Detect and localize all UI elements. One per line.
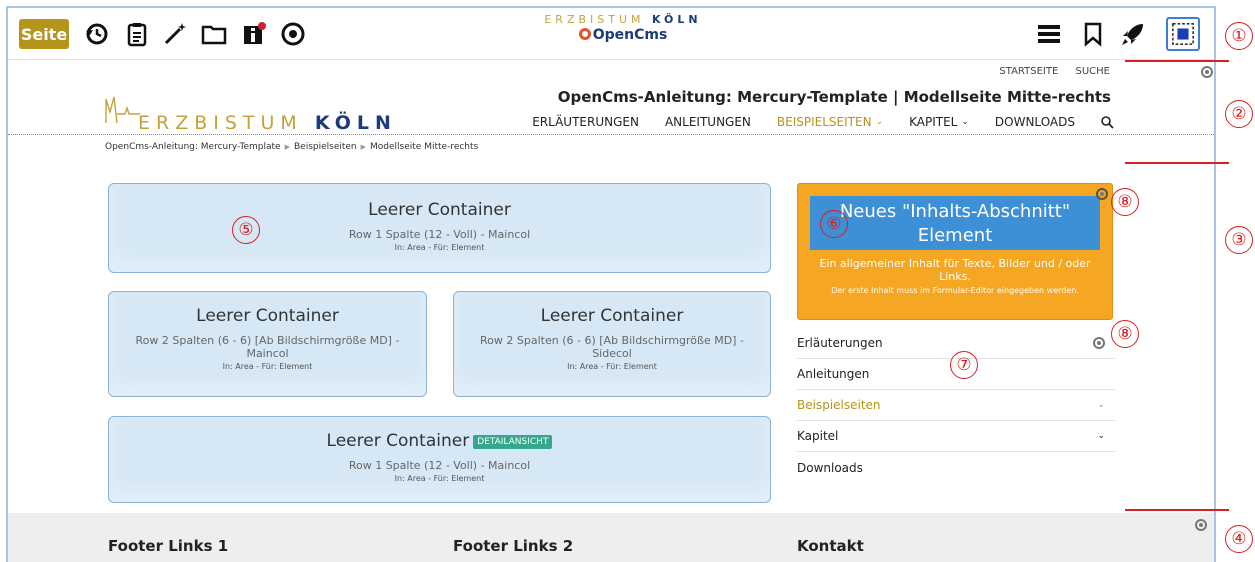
editor-toolbar: Seite ERZBISTUM KÖLN OpenCms — [8, 8, 1214, 60]
header-separator — [8, 134, 1214, 135]
nav-item-anleitungen[interactable]: ANLEITUNGEN — [665, 115, 751, 129]
clipboard-icon[interactable] — [122, 18, 152, 50]
empty-container-row2-sidecol[interactable]: Leerer Container Row 2 Spalten (6 - 6) [… — [453, 291, 771, 397]
callout-4: ④ — [1225, 525, 1253, 553]
nav-item-downloads[interactable]: DOWNLOADS — [995, 115, 1075, 129]
footer: Footer Links 1 Footer Links 2 Kontakt — [8, 513, 1214, 562]
folder-icon[interactable] — [198, 18, 230, 50]
container-subtitle: Row 2 Spalten (6 - 6) [Ab Bildschirmgröß… — [135, 334, 400, 360]
empty-container-detail[interactable]: Leerer Container DETAILANSICHT Row 1 Spal… — [108, 416, 771, 503]
link-suche[interactable]: SUCHE — [1076, 66, 1111, 77]
bookmark-icon[interactable] — [1080, 18, 1106, 50]
breadcrumb-arrow-icon: ▶ — [284, 143, 290, 151]
chevron-down-icon: ⌄ — [1097, 400, 1105, 410]
breadcrumb-item[interactable]: Modellseite Mitte-rechts — [370, 142, 478, 152]
chevron-down-icon: ⌄ — [961, 117, 969, 127]
callout-6: ⑥ — [820, 210, 848, 238]
container-subtitle: Row 1 Spalte (12 - Voll) - Maincol — [348, 459, 531, 472]
detail-badge: DETAILANSICHT — [473, 435, 553, 449]
callout-7: ⑦ — [950, 351, 978, 379]
menu-icon[interactable] — [1034, 18, 1064, 50]
edit-point-icon[interactable] — [1195, 519, 1207, 531]
container-title: Leerer Container — [196, 306, 339, 326]
callout-5: ⑤ — [232, 216, 260, 244]
footer-heading-links2: Footer Links 2 — [453, 537, 574, 555]
breadcrumb-arrow-icon: ▶ — [360, 143, 367, 151]
side-navigation: Erläuterungen Anleitungen Beispielseiten… — [797, 328, 1115, 483]
sidenav-item-beispielseiten[interactable]: Beispielseiten ⌄ — [797, 390, 1115, 421]
callout-2: ② — [1225, 100, 1253, 128]
container-title: Leerer Container DETAILANSICHT — [109, 431, 770, 451]
container-subtitle: Row 2 Spalten (6 - 6) [Ab Bildschirmgröß… — [480, 334, 744, 360]
site-title: OpenCms-Anleitung: Mercury-Template | Mo… — [557, 88, 1111, 106]
select-area-icon[interactable] — [1166, 17, 1200, 51]
new-element-box[interactable]: Neues "Inhalts-Abschnitt" Element Ein al… — [797, 183, 1113, 320]
callout-8: ⑧ — [1111, 188, 1139, 216]
callout-3: ③ — [1225, 226, 1253, 254]
empty-container-row2-maincol[interactable]: Leerer Container Row 2 Spalten (6 - 6) [… — [108, 291, 427, 397]
area-divider-line — [1125, 509, 1229, 511]
container-meta: In: Area - Für: Element — [394, 243, 485, 252]
search-icon[interactable] — [1101, 115, 1114, 129]
main-navigation: ERLÄUTERUNGEN ANLEITUNGEN BEISPIELSEITEN… — [506, 115, 1114, 129]
history-icon[interactable] — [82, 18, 112, 50]
utility-nav: STARTSEITE SUCHE — [985, 66, 1110, 77]
container-title: Leerer Container — [540, 306, 684, 326]
site-logo-text[interactable]: ERZBISTUM KÖLN — [138, 112, 397, 134]
page-button[interactable]: Seite — [19, 19, 69, 49]
chevron-down-icon: ⌄ — [875, 117, 884, 127]
target-icon[interactable] — [278, 18, 308, 50]
new-element-button[interactable]: Neues "Inhalts-Abschnitt" Element — [810, 196, 1100, 250]
callout-1: ① — [1225, 22, 1253, 50]
callout-8b: ⑧ — [1111, 320, 1139, 348]
link-startseite[interactable]: STARTSEITE — [999, 66, 1058, 77]
edit-point-icon[interactable] — [1201, 66, 1213, 78]
breadcrumb: OpenCms-Anleitung: Mercury-Template ▶ Beis… — [105, 142, 478, 152]
breadcrumb-item[interactable]: Beispielseiten — [294, 142, 357, 152]
sidenav-item-downloads[interactable]: Downloads — [797, 452, 1115, 483]
magic-wand-icon[interactable] — [160, 18, 190, 50]
nav-item-kapitel[interactable]: KAPITEL ⌄ — [909, 115, 969, 129]
empty-container-row1[interactable]: Leerer Container Row 1 Spalte (12 - Voll… — [108, 183, 771, 273]
nav-item-erlaeuterungen[interactable]: ERLÄUTERUNGEN — [532, 115, 639, 129]
container-meta: In: Area - Für: Element — [394, 474, 485, 483]
footer-heading-links1: Footer Links 1 — [108, 537, 229, 555]
info-icon[interactable] — [238, 18, 270, 50]
sidenav-item-kapitel[interactable]: Kapitel ⌄ — [797, 421, 1115, 452]
container-subtitle: Row 1 Spalte (12 - Voll) - Maincol — [348, 228, 531, 241]
footer-heading-kontakt: Kontakt — [797, 537, 864, 555]
opencms-logo-icon — [578, 28, 591, 40]
new-element-description: Ein allgemeiner Inhalt für Texte, Bilder… — [819, 257, 1091, 283]
container-meta: In: Area - Für: Element — [222, 362, 313, 371]
container-title: Leerer Container — [368, 200, 511, 220]
erzbistum-logo-icon — [105, 96, 140, 124]
opencms-brand-logo: ERZBISTUM KÖLN OpenCms — [544, 13, 702, 43]
container-meta: In: Area - Für: Element — [567, 362, 657, 371]
breadcrumb-item[interactable]: OpenCms-Anleitung: Mercury-Template — [105, 142, 281, 152]
new-element-hint: Der erste Inhalt muss im Formular-Editor… — [831, 286, 1079, 295]
chevron-down-icon: ⌄ — [1097, 431, 1105, 441]
area-divider-line — [1125, 162, 1229, 164]
rocket-icon[interactable] — [1118, 18, 1148, 50]
edit-point-icon[interactable] — [1093, 337, 1105, 349]
page-preview-frame: Seite ERZBISTUM KÖLN OpenCms STARTSEITE … — [6, 6, 1216, 562]
area-divider-line — [1125, 60, 1229, 62]
edit-point-icon[interactable] — [1096, 188, 1108, 200]
nav-item-beispielseiten[interactable]: BEISPIELSEITEN ⌄ — [777, 115, 883, 129]
